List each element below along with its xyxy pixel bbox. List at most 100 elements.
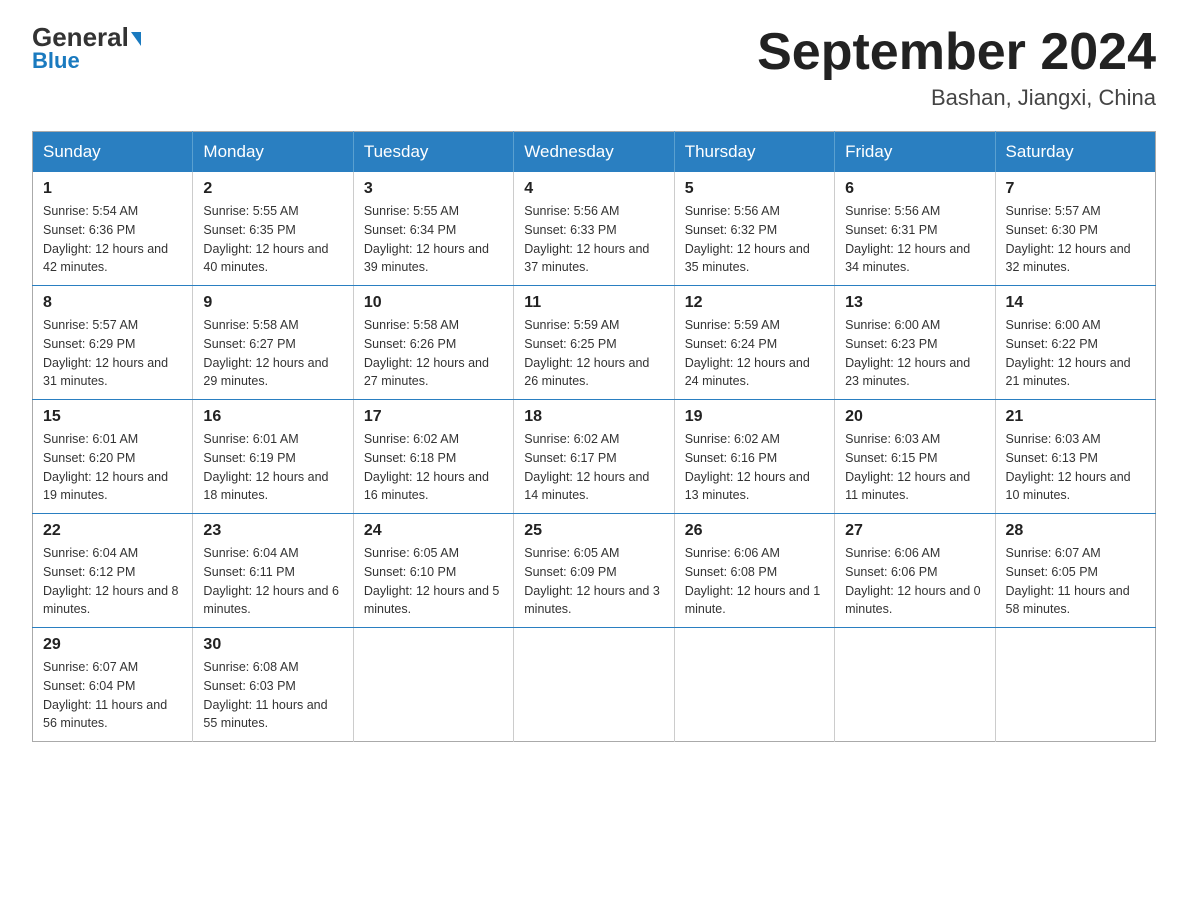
calendar-week-row: 1 Sunrise: 5:54 AMSunset: 6:36 PMDayligh… [33,172,1156,286]
day-number: 14 [1006,294,1145,312]
day-info: Sunrise: 6:02 AMSunset: 6:17 PMDaylight:… [524,430,663,505]
day-number: 18 [524,408,663,426]
col-header-friday: Friday [835,132,995,173]
day-info: Sunrise: 6:04 AMSunset: 6:11 PMDaylight:… [203,544,342,619]
day-number: 20 [845,408,984,426]
day-number: 19 [685,408,824,426]
calendar-cell: 26 Sunrise: 6:06 AMSunset: 6:08 PMDaylig… [674,514,834,628]
day-number: 3 [364,180,503,198]
calendar-cell [514,628,674,742]
day-number: 24 [364,522,503,540]
calendar-week-row: 15 Sunrise: 6:01 AMSunset: 6:20 PMDaylig… [33,400,1156,514]
calendar-cell: 13 Sunrise: 6:00 AMSunset: 6:23 PMDaylig… [835,286,995,400]
calendar-cell: 21 Sunrise: 6:03 AMSunset: 6:13 PMDaylig… [995,400,1155,514]
day-number: 11 [524,294,663,312]
calendar-cell: 8 Sunrise: 5:57 AMSunset: 6:29 PMDayligh… [33,286,193,400]
day-info: Sunrise: 6:05 AMSunset: 6:09 PMDaylight:… [524,544,663,619]
day-number: 9 [203,294,342,312]
calendar-cell: 15 Sunrise: 6:01 AMSunset: 6:20 PMDaylig… [33,400,193,514]
day-info: Sunrise: 5:54 AMSunset: 6:36 PMDaylight:… [43,202,182,277]
day-info: Sunrise: 6:01 AMSunset: 6:20 PMDaylight:… [43,430,182,505]
col-header-thursday: Thursday [674,132,834,173]
calendar-week-row: 29 Sunrise: 6:07 AMSunset: 6:04 PMDaylig… [33,628,1156,742]
day-number: 27 [845,522,984,540]
calendar-cell: 11 Sunrise: 5:59 AMSunset: 6:25 PMDaylig… [514,286,674,400]
col-header-wednesday: Wednesday [514,132,674,173]
calendar-cell: 7 Sunrise: 5:57 AMSunset: 6:30 PMDayligh… [995,172,1155,286]
day-number: 10 [364,294,503,312]
day-number: 22 [43,522,182,540]
day-number: 2 [203,180,342,198]
col-header-sunday: Sunday [33,132,193,173]
day-info: Sunrise: 5:58 AMSunset: 6:26 PMDaylight:… [364,316,503,391]
day-number: 25 [524,522,663,540]
logo-triangle-icon [131,32,141,46]
day-info: Sunrise: 6:06 AMSunset: 6:08 PMDaylight:… [685,544,824,619]
calendar-week-row: 8 Sunrise: 5:57 AMSunset: 6:29 PMDayligh… [33,286,1156,400]
calendar-cell: 28 Sunrise: 6:07 AMSunset: 6:05 PMDaylig… [995,514,1155,628]
calendar-cell: 17 Sunrise: 6:02 AMSunset: 6:18 PMDaylig… [353,400,513,514]
calendar-cell: 14 Sunrise: 6:00 AMSunset: 6:22 PMDaylig… [995,286,1155,400]
day-number: 4 [524,180,663,198]
calendar-cell [353,628,513,742]
title-section: September 2024 Bashan, Jiangxi, China [757,24,1156,111]
calendar-cell [674,628,834,742]
day-info: Sunrise: 5:55 AMSunset: 6:34 PMDaylight:… [364,202,503,277]
day-info: Sunrise: 6:00 AMSunset: 6:23 PMDaylight:… [845,316,984,391]
day-info: Sunrise: 6:07 AMSunset: 6:05 PMDaylight:… [1006,544,1145,619]
logo-general: General [32,24,141,50]
day-number: 21 [1006,408,1145,426]
day-info: Sunrise: 6:02 AMSunset: 6:16 PMDaylight:… [685,430,824,505]
logo-blue: Blue [32,48,80,74]
col-header-monday: Monday [193,132,353,173]
day-number: 5 [685,180,824,198]
calendar-cell: 6 Sunrise: 5:56 AMSunset: 6:31 PMDayligh… [835,172,995,286]
day-info: Sunrise: 6:03 AMSunset: 6:15 PMDaylight:… [845,430,984,505]
day-info: Sunrise: 6:07 AMSunset: 6:04 PMDaylight:… [43,658,182,733]
logo: General Blue [32,24,141,74]
calendar-cell: 27 Sunrise: 6:06 AMSunset: 6:06 PMDaylig… [835,514,995,628]
day-number: 17 [364,408,503,426]
day-number: 7 [1006,180,1145,198]
day-info: Sunrise: 6:02 AMSunset: 6:18 PMDaylight:… [364,430,503,505]
day-info: Sunrise: 5:57 AMSunset: 6:30 PMDaylight:… [1006,202,1145,277]
day-number: 12 [685,294,824,312]
day-info: Sunrise: 6:04 AMSunset: 6:12 PMDaylight:… [43,544,182,619]
day-number: 16 [203,408,342,426]
col-header-tuesday: Tuesday [353,132,513,173]
day-info: Sunrise: 6:08 AMSunset: 6:03 PMDaylight:… [203,658,342,733]
calendar-cell: 23 Sunrise: 6:04 AMSunset: 6:11 PMDaylig… [193,514,353,628]
calendar-cell: 29 Sunrise: 6:07 AMSunset: 6:04 PMDaylig… [33,628,193,742]
calendar-cell: 22 Sunrise: 6:04 AMSunset: 6:12 PMDaylig… [33,514,193,628]
day-info: Sunrise: 5:58 AMSunset: 6:27 PMDaylight:… [203,316,342,391]
calendar-week-row: 22 Sunrise: 6:04 AMSunset: 6:12 PMDaylig… [33,514,1156,628]
day-info: Sunrise: 5:56 AMSunset: 6:33 PMDaylight:… [524,202,663,277]
calendar-cell: 19 Sunrise: 6:02 AMSunset: 6:16 PMDaylig… [674,400,834,514]
calendar-cell: 3 Sunrise: 5:55 AMSunset: 6:34 PMDayligh… [353,172,513,286]
day-info: Sunrise: 5:59 AMSunset: 6:24 PMDaylight:… [685,316,824,391]
day-number: 30 [203,636,342,654]
day-info: Sunrise: 6:05 AMSunset: 6:10 PMDaylight:… [364,544,503,619]
calendar-cell: 4 Sunrise: 5:56 AMSunset: 6:33 PMDayligh… [514,172,674,286]
col-header-saturday: Saturday [995,132,1155,173]
calendar-cell: 18 Sunrise: 6:02 AMSunset: 6:17 PMDaylig… [514,400,674,514]
calendar-cell: 24 Sunrise: 6:05 AMSunset: 6:10 PMDaylig… [353,514,513,628]
calendar-cell: 5 Sunrise: 5:56 AMSunset: 6:32 PMDayligh… [674,172,834,286]
calendar-cell: 12 Sunrise: 5:59 AMSunset: 6:24 PMDaylig… [674,286,834,400]
day-number: 23 [203,522,342,540]
location-label: Bashan, Jiangxi, China [757,85,1156,111]
calendar-cell: 30 Sunrise: 6:08 AMSunset: 6:03 PMDaylig… [193,628,353,742]
day-info: Sunrise: 5:57 AMSunset: 6:29 PMDaylight:… [43,316,182,391]
calendar-cell: 16 Sunrise: 6:01 AMSunset: 6:19 PMDaylig… [193,400,353,514]
day-number: 6 [845,180,984,198]
day-number: 13 [845,294,984,312]
month-year-title: September 2024 [757,24,1156,81]
day-info: Sunrise: 5:56 AMSunset: 6:31 PMDaylight:… [845,202,984,277]
calendar-cell: 10 Sunrise: 5:58 AMSunset: 6:26 PMDaylig… [353,286,513,400]
calendar-cell: 2 Sunrise: 5:55 AMSunset: 6:35 PMDayligh… [193,172,353,286]
day-info: Sunrise: 5:55 AMSunset: 6:35 PMDaylight:… [203,202,342,277]
day-info: Sunrise: 6:06 AMSunset: 6:06 PMDaylight:… [845,544,984,619]
calendar-cell: 20 Sunrise: 6:03 AMSunset: 6:15 PMDaylig… [835,400,995,514]
day-number: 28 [1006,522,1145,540]
page-header: General Blue September 2024 Bashan, Jian… [32,24,1156,111]
